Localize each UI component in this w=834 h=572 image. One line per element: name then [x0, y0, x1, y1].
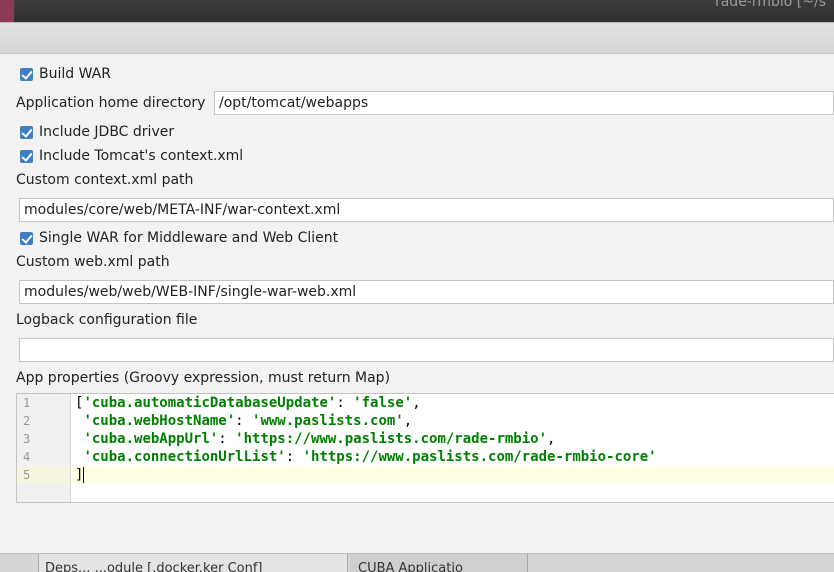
- build-war-checkbox[interactable]: [20, 67, 33, 81]
- code-sep: :: [285, 449, 303, 465]
- code-key: 'cuba.connectionUrlList': [83, 449, 286, 465]
- line-number: 5: [23, 468, 31, 482]
- current-line-highlight: [17, 466, 834, 484]
- text-caret: [83, 467, 85, 483]
- include-context-checkbox[interactable]: [20, 149, 33, 163]
- desktop-edge: [0, 0, 14, 22]
- code-line: 'cuba.connectionUrlList': 'https://www.p…: [75, 448, 657, 466]
- dialog-header: [0, 23, 834, 54]
- code-punc: ,: [547, 431, 556, 447]
- code-sep: :: [235, 413, 253, 429]
- code-key: 'cuba.automaticDatabaseUpdate': [83, 395, 337, 411]
- background-ide-tabbar: Deps... ...odule [.docker.ker Conf] CUBA…: [0, 553, 834, 572]
- logback-input[interactable]: [19, 338, 834, 362]
- app-home-label-row: Application home directory: [16, 92, 205, 114]
- app-home-input[interactable]: /opt/tomcat/webapps: [214, 91, 834, 115]
- code-key: 'cuba.webHostName': [83, 413, 236, 429]
- app-props-label-row: App properties (Groovy expression, must …: [16, 367, 390, 389]
- build-war-label: Build WAR: [39, 66, 111, 82]
- line-number: 3: [23, 432, 31, 446]
- code-sep: :: [336, 395, 354, 411]
- line-number: 2: [23, 414, 31, 428]
- code-punc: ,: [412, 395, 421, 411]
- code-line: 'cuba.webAppUrl': 'https://www.paslists.…: [75, 430, 555, 448]
- single-war-row[interactable]: Single WAR for Middleware and Web Client: [16, 227, 338, 249]
- code-line: ['cuba.automaticDatabaseUpdate': 'false'…: [75, 394, 421, 412]
- logback-label: Logback configuration file: [16, 312, 198, 328]
- code-punc: ]: [75, 467, 84, 483]
- custom-context-input[interactable]: modules/core/web/META-INF/war-context.xm…: [19, 198, 834, 222]
- code-value: 'www.paslists.com': [252, 413, 404, 429]
- app-home-label: Application home directory: [16, 95, 206, 111]
- code-line: 'cuba.webHostName': 'www.paslists.com',: [75, 412, 412, 430]
- line-number: 4: [23, 450, 31, 464]
- custom-context-label-row: Custom context.xml path: [16, 169, 193, 191]
- code-key: 'cuba.webAppUrl': [83, 431, 219, 447]
- background-tab[interactable]: Deps... ...odule [.docker.ker Conf]: [38, 554, 348, 572]
- single-war-label: Single WAR for Middleware and Web Client: [39, 230, 339, 246]
- include-context-row[interactable]: Include Tomcat's context.xml: [16, 145, 243, 167]
- code-line: ]: [75, 466, 85, 484]
- code-value: 'https://www.paslists.com/rade-rmbio': [235, 431, 548, 447]
- logback-label-row: Logback configuration file: [16, 309, 197, 331]
- app-props-label: App properties (Groovy expression, must …: [16, 370, 391, 386]
- code-punc: ,: [403, 413, 413, 429]
- custom-web-label-row: Custom web.xml path: [16, 251, 170, 273]
- include-jdbc-checkbox[interactable]: [20, 125, 33, 139]
- line-number: 1: [23, 396, 31, 410]
- background-window-titlebar: rade-rmbio [~/s: [0, 0, 834, 22]
- single-war-checkbox[interactable]: [20, 231, 33, 245]
- line-number-gutter: 1 2 3 4 5: [17, 394, 71, 502]
- include-jdbc-row[interactable]: Include JDBC driver: [16, 121, 174, 143]
- background-window-title: rade-rmbio [~/s: [714, 0, 826, 10]
- code-value: 'false': [353, 395, 413, 411]
- build-war-row[interactable]: Build WAR: [16, 63, 111, 85]
- custom-context-label: Custom context.xml path: [16, 172, 194, 188]
- background-tab[interactable]: CUBA Applicatio: [350, 554, 528, 572]
- custom-web-label: Custom web.xml path: [16, 254, 170, 270]
- code-sep: :: [218, 431, 236, 447]
- code-value: 'https://www.paslists.com/rade-rmbio-cor…: [302, 449, 657, 465]
- include-context-label: Include Tomcat's context.xml: [39, 148, 244, 164]
- war-settings-dialog: Build WAR Application home directory /op…: [0, 22, 834, 554]
- include-jdbc-label: Include JDBC driver: [39, 124, 175, 140]
- app-properties-editor[interactable]: 1 2 3 4 5 ['cuba.automaticDatabaseUpdate…: [16, 393, 834, 503]
- custom-web-input[interactable]: modules/web/web/WEB-INF/single-war-web.x…: [19, 280, 834, 304]
